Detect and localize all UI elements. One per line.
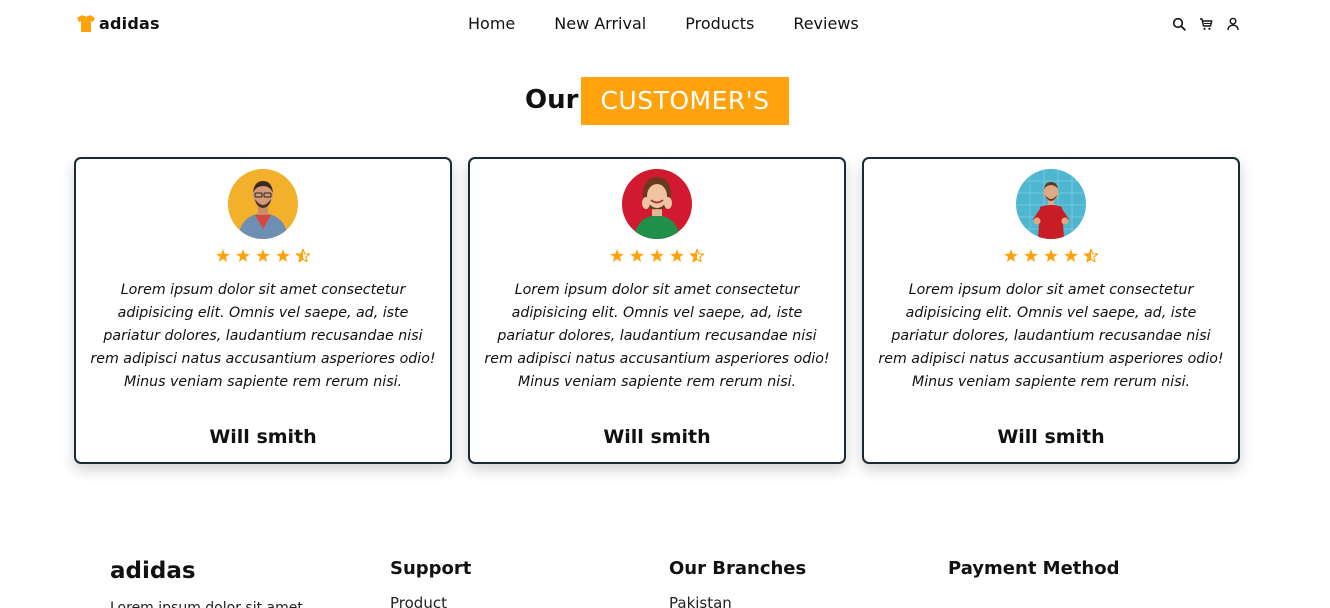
footer-link-product[interactable]: Product [390,594,447,608]
review-author: Will smith [603,426,711,448]
menu-item-products[interactable]: Products [685,14,754,33]
star-icon [670,249,684,262]
star-half-icon [690,249,704,262]
star-icon [236,249,250,262]
menu-item-new-arrival[interactable]: New Arrival [554,14,646,33]
avatar [228,169,298,239]
footer-brand-text: Lorem ipsum dolor sit amet [110,600,303,608]
tshirt-icon [76,14,96,33]
nav-icons [1172,16,1240,31]
avatar [1016,169,1086,239]
star-rating [864,249,1238,262]
star-icon [1024,249,1038,262]
heading-highlight: CUSTOMER'S [581,77,789,125]
search-icon[interactable] [1172,16,1186,31]
star-half-icon [296,249,310,262]
heading-our: Our [525,85,579,115]
review-author: Will smith [997,426,1105,448]
mastercard-icon [1017,604,1049,608]
star-icon [630,249,644,262]
logo-text: adidas [99,14,160,33]
logo[interactable]: adidas [76,14,160,33]
review-card: Lorem ipsum dolor sit amet consectetur a… [74,157,452,464]
review-quote: Lorem ipsum dolor sit amet consectetur a… [878,282,1224,390]
review-quote: Lorem ipsum dolor sit amet consectetur a… [90,282,436,390]
star-icon [1004,249,1018,262]
review-card: Lorem ipsum dolor sit amet consectetur a… [468,157,846,464]
star-icon [256,249,270,262]
avatar [622,169,692,239]
footer-heading-branches: Our Branches [669,558,807,579]
footer: adidas Lorem ipsum dolor sit amet Suppor… [0,540,1330,608]
star-rating [470,249,844,262]
menu-item-home[interactable]: Home [468,14,515,33]
star-half-icon [1084,249,1098,262]
star-icon [216,249,230,262]
footer-heading-support: Support [390,558,472,579]
star-icon [276,249,290,262]
footer-link-pakistan[interactable]: Pakistan [669,594,732,608]
footer-brand: adidas [110,558,196,584]
menu-item-reviews[interactable]: Reviews [793,14,858,33]
star-rating [76,249,450,262]
navbar: adidas Home New Arrival Products Reviews [0,0,1330,48]
star-icon [1064,249,1078,262]
main-menu: Home New Arrival Products Reviews [468,14,859,33]
review-author: Will smith [209,426,317,448]
star-icon [1044,249,1058,262]
review-card: Lorem ipsum dolor sit amet consectetur a… [862,157,1240,464]
star-icon [610,249,624,262]
section-heading: Our CUSTOMER'S [0,77,1330,125]
footer-heading-payment: Payment Method [948,558,1120,579]
user-icon[interactable] [1226,16,1240,31]
cart-icon[interactable] [1199,16,1213,30]
star-icon [650,249,664,262]
review-quote: Lorem ipsum dolor sit amet consectetur a… [484,282,830,390]
